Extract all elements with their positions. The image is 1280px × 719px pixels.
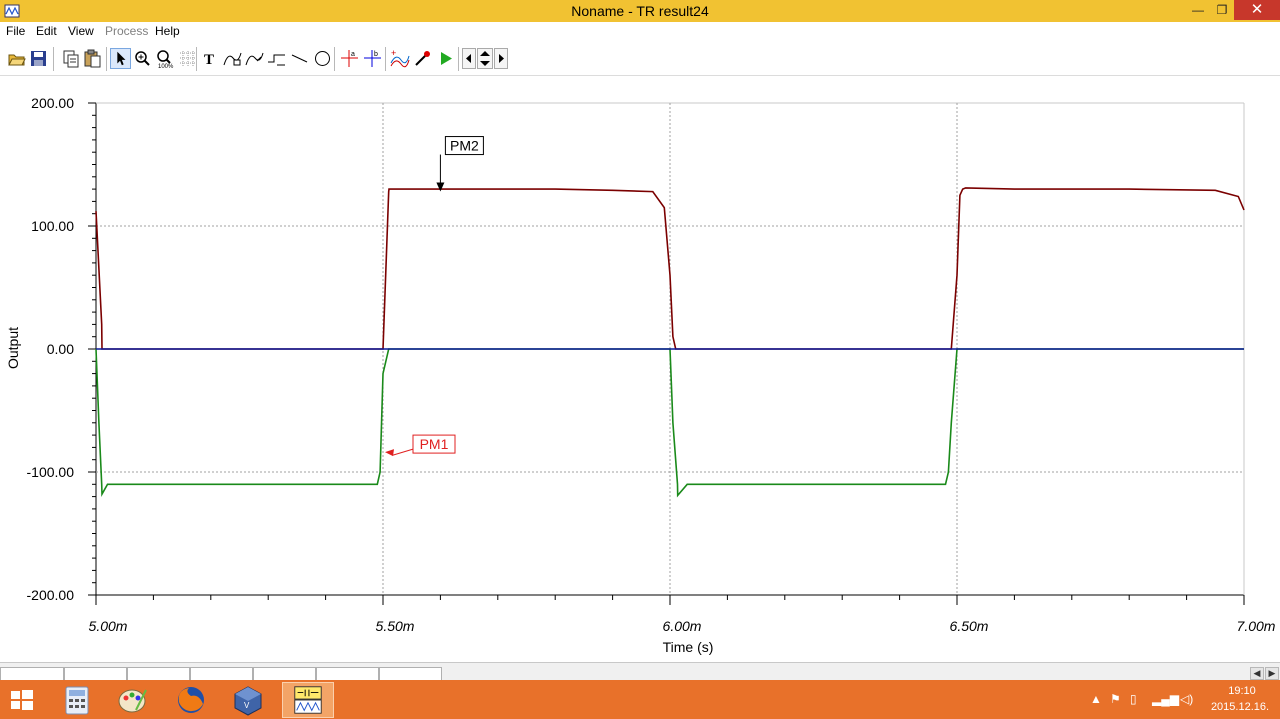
svg-text:a: a — [351, 51, 355, 58]
curve-annotate-icon[interactable] — [222, 48, 243, 69]
x-tick-label: 7.00m — [1237, 618, 1276, 634]
paste-icon[interactable] — [82, 48, 103, 69]
pm1-label: PM1 — [420, 436, 449, 452]
save-icon[interactable] — [28, 48, 49, 69]
result-tab[interactable] — [0, 667, 64, 681]
toolbar-separator — [385, 47, 386, 71]
svg-text:100%: 100% — [158, 64, 174, 69]
clock-date[interactable]: 2015.12.16. — [1200, 701, 1280, 713]
window-title: Noname - TR result24 — [571, 3, 709, 19]
y-tick-label: 200.00 — [31, 95, 74, 111]
windows-start-icon[interactable] — [0, 682, 52, 718]
result-tab[interactable] — [64, 667, 127, 681]
y-axis-label: Output — [5, 327, 21, 369]
curve-arrow-icon[interactable] — [244, 48, 265, 69]
pm2-label: PM2 — [450, 138, 479, 154]
y-tick-label: 100.00 — [31, 218, 74, 234]
x-tick-label: 5.50m — [376, 618, 415, 634]
x-axis-label: Time (s) — [663, 639, 714, 655]
series-pm1-line — [95, 348, 1244, 498]
add-curve-icon[interactable]: + — [389, 48, 410, 69]
toolbar-separator — [334, 47, 335, 71]
menu-help[interactable]: Help — [155, 24, 180, 38]
svg-text:V: V — [244, 701, 250, 710]
pm1-arrow-head — [385, 449, 394, 457]
series-group — [95, 187, 1245, 498]
volume-icon[interactable]: ◁) — [1180, 692, 1193, 706]
svg-text:+: + — [391, 48, 396, 58]
application-window: Noname - TR result24 — ❐ ✕ File Edit Vie… — [0, 0, 1280, 719]
cursor-b-icon[interactable]: b — [362, 48, 383, 69]
step-icon[interactable] — [266, 48, 287, 69]
taskbar: V ▲ ⚑ ▯ ▂▄▆ ◁) 19:10 2015.12.16. — [0, 680, 1280, 719]
x-tick-labels: 5.00m 5.50m 6.00m 6.50m 7.00m — [89, 618, 1276, 634]
pm1-arrow-line — [392, 448, 414, 456]
zoom-in-icon[interactable] — [132, 48, 153, 69]
toolbar-separator — [53, 47, 54, 71]
scroll-vertical-icon[interactable] — [477, 48, 493, 69]
result-tab[interactable] — [127, 667, 190, 681]
x-tick-label: 6.50m — [950, 618, 989, 634]
virtualbox-icon[interactable]: V — [222, 682, 274, 718]
close-button[interactable]: ✕ — [1234, 0, 1280, 20]
toolbar-separator — [106, 47, 107, 71]
tab-scroll-right-button[interactable]: ▶ — [1265, 667, 1279, 680]
result-tab[interactable] — [253, 667, 316, 681]
ellipse-icon[interactable] — [312, 48, 333, 69]
svg-text:T: T — [204, 52, 214, 68]
y-tick-label: -100.00 — [27, 464, 75, 480]
toolbar-separator — [196, 47, 197, 71]
line-icon[interactable] — [289, 48, 310, 69]
run-icon[interactable] — [435, 48, 456, 69]
tab-scroll-left-button[interactable]: ◀ — [1250, 667, 1264, 680]
plot-area[interactable]: 200.00 100.00 0.00 -100.00 -200.00 5.00m 5.50… — [0, 76, 1280, 662]
open-icon[interactable] — [6, 48, 27, 69]
pointer-icon[interactable] — [110, 48, 131, 69]
paint-icon[interactable] — [106, 682, 158, 718]
menu-file[interactable]: File — [6, 24, 25, 38]
clock-time[interactable]: 19:10 — [1212, 685, 1272, 697]
menu-edit[interactable]: Edit — [36, 24, 57, 38]
show-hidden-icons-icon[interactable]: ▲ — [1090, 692, 1102, 706]
flag-icon[interactable]: ⚑ — [1110, 692, 1121, 706]
pm2-arrow-head — [436, 182, 445, 192]
calculator-icon[interactable] — [52, 682, 104, 718]
x-tick-label: 6.00m — [663, 618, 702, 634]
scroll-right-icon[interactable] — [494, 48, 508, 69]
title-bar[interactable]: Noname - TR result24 — ❐ ✕ — [0, 0, 1280, 22]
result-tab[interactable] — [379, 667, 442, 681]
probe-icon[interactable] — [412, 48, 433, 69]
y-tick-labels: 200.00 100.00 0.00 -100.00 -200.00 — [27, 95, 75, 603]
scroll-left-icon[interactable] — [462, 48, 476, 69]
grid-icon[interactable] — [177, 48, 198, 69]
copy-icon[interactable] — [60, 48, 81, 69]
annotations: PM2 PM1 — [385, 136, 484, 457]
y-tick-label: 0.00 — [47, 341, 74, 357]
network-icon[interactable]: ▂▄▆ — [1152, 692, 1179, 706]
menu-process[interactable]: Process — [105, 24, 148, 38]
tab-strip: ◀ ▶ — [0, 662, 1280, 681]
maximize-button[interactable]: ❐ — [1208, 0, 1236, 20]
power-icon[interactable]: ▯ — [1130, 692, 1137, 706]
circuit-sim-icon[interactable] — [282, 682, 334, 718]
zoom-100-icon[interactable]: 100% — [154, 48, 175, 69]
y-tick-label: -200.00 — [27, 587, 75, 603]
firefox-icon[interactable] — [165, 682, 217, 718]
text-icon[interactable]: T — [200, 48, 221, 69]
result-tab[interactable] — [190, 667, 253, 681]
menu-bar: File Edit View Process Help — [0, 22, 1280, 41]
x-tick-label: 5.00m — [89, 618, 128, 634]
svg-text:b: b — [374, 51, 378, 58]
menu-view[interactable]: View — [68, 24, 94, 38]
toolbar-separator — [458, 47, 459, 71]
cursor-a-icon[interactable]: a — [339, 48, 360, 69]
axis-ticks — [88, 102, 1245, 605]
result-tab[interactable] — [316, 667, 379, 681]
